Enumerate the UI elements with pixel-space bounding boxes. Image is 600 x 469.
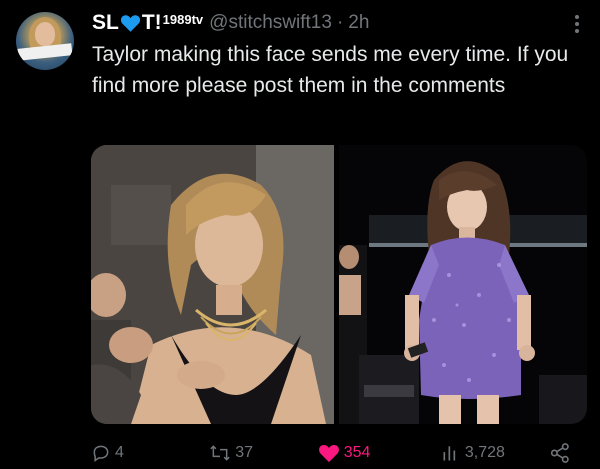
separator: · <box>336 12 344 33</box>
repost-icon <box>210 445 230 461</box>
share-icon[interactable] <box>549 442 571 464</box>
reply-icon <box>93 445 109 462</box>
avatar[interactable] <box>16 12 74 70</box>
blue-heart-icon <box>120 15 140 32</box>
reply-count: 4 <box>115 444 124 461</box>
tweet-header: SL T! 1989tv @stitchswift13 · 2h <box>92 9 586 37</box>
display-name-superscript[interactable]: 1989tv <box>163 12 203 27</box>
tweet-actions: 4 37 354 3,728 <box>91 440 571 466</box>
photo-1-illustration <box>91 145 334 424</box>
views-count: 3,728 <box>464 444 505 461</box>
analytics-icon <box>443 446 456 461</box>
like-button[interactable]: 354 <box>318 443 441 463</box>
photo-2-illustration <box>339 145 587 424</box>
repost-button[interactable]: 37 <box>209 443 317 463</box>
timestamp[interactable]: 2h <box>348 12 369 34</box>
like-count: 354 <box>343 444 371 461</box>
views-button[interactable]: 3,728 <box>441 443 549 463</box>
reply-button[interactable]: 4 <box>91 443 209 463</box>
more-options-icon[interactable] <box>574 15 580 35</box>
display-name-start[interactable]: SL <box>92 11 119 35</box>
user-handle[interactable]: @stitchswift13 <box>209 12 332 34</box>
display-name-end[interactable]: T! <box>142 11 162 35</box>
media-photo-2[interactable] <box>339 145 587 424</box>
repost-count: 37 <box>235 444 254 461</box>
heart-filled-icon <box>318 444 339 463</box>
media-grid <box>91 145 587 424</box>
media-photo-1[interactable] <box>91 145 334 424</box>
tweet-text: Taylor making this face sends me every t… <box>92 43 569 97</box>
